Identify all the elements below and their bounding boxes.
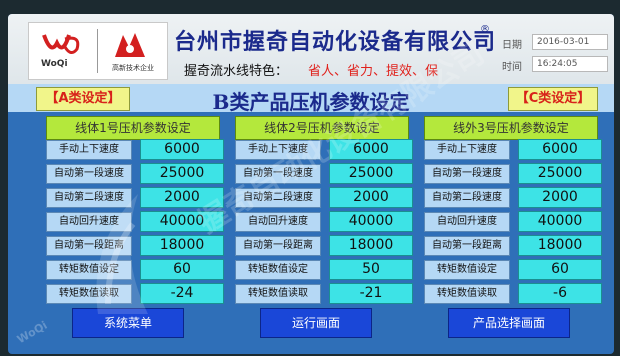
press-1-stage1-speed-label: 自动第一段速度: [46, 164, 132, 184]
press-1-stage2-speed-label: 自动第二段速度: [46, 188, 132, 208]
press-3-stage2-speed-label: 自动第二段速度: [424, 188, 510, 208]
time-value: 16:24:05: [532, 56, 608, 72]
press-2-stage1-speed-label: 自动第一段速度: [235, 164, 321, 184]
press-2-stage2-speed-label: 自动第二段速度: [235, 188, 321, 208]
slogan-prefix: 握奇流水线特色：: [184, 64, 289, 79]
press-3-stage1-distance-value[interactable]: 18000: [518, 235, 602, 256]
press-1-manual-speed-label: 手动上下速度: [46, 140, 132, 160]
press-1-return-speed-label: 自动回升速度: [46, 212, 132, 232]
date-label: 日期: [502, 40, 522, 51]
press-3-stage1-speed-value[interactable]: 25000: [518, 163, 602, 184]
press-1-stage1-speed-value[interactable]: 25000: [140, 163, 224, 184]
hitech-badge-icon: [109, 29, 151, 61]
c-class-settings-button[interactable]: 【C类设定】: [508, 87, 598, 111]
press-1-stage2-speed-value[interactable]: 2000: [140, 187, 224, 208]
press-1-stage1-distance-label: 自动第一段距离: [46, 236, 132, 256]
press-3-return-speed-value[interactable]: 40000: [518, 211, 602, 232]
press-2-torque-reading-label: 转矩数值读取: [235, 284, 321, 304]
logo-divider: [97, 29, 98, 73]
press-2-stage1-distance-label: 自动第一段距离: [235, 236, 321, 256]
slogan-text: 省人、省力、提效、保: [308, 64, 439, 79]
a-class-settings-button[interactable]: 【A类设定】: [36, 87, 130, 111]
press-2-return-speed-value[interactable]: 40000: [329, 211, 413, 232]
date-value: 2016-03-01: [532, 34, 608, 50]
press-3-torque-reading-value: -6: [518, 283, 602, 304]
press-3-stage2-speed-value[interactable]: 2000: [518, 187, 602, 208]
press-2-manual-speed-value[interactable]: 6000: [329, 139, 413, 160]
system-menu-button[interactable]: 系统菜单: [72, 308, 184, 338]
press-2-manual-speed-label: 手动上下速度: [235, 140, 321, 160]
press-2-torque-setpoint-label: 转矩数值设定: [235, 260, 321, 280]
hmi-screen: WoQi 高新技术企业 台州市握奇自动化设备有限公司 ® 握奇流水线特色： 省人…: [8, 14, 614, 354]
press-3-torque-reading-label: 转矩数值读取: [424, 284, 510, 304]
header: WoQi 高新技术企业 台州市握奇自动化设备有限公司 ® 握奇流水线特色： 省人…: [8, 14, 614, 84]
press-1-torque-reading-value: -24: [140, 283, 224, 304]
press-3-manual-speed-value[interactable]: 6000: [518, 139, 602, 160]
press-3-manual-speed-label: 手动上下速度: [424, 140, 510, 160]
logo-brand-text: WoQi: [41, 59, 68, 69]
press-1-torque-reading-label: 转矩数值读取: [46, 284, 132, 304]
press-2-torque-setpoint-value[interactable]: 50: [329, 259, 413, 280]
product-select-button[interactable]: 产品选择画面: [448, 308, 570, 338]
hitech-badge-label: 高新技术企业: [112, 64, 154, 72]
press-2-stage1-speed-value[interactable]: 25000: [329, 163, 413, 184]
logo-area: WoQi 高新技术企业: [28, 22, 168, 80]
press-1-header: 线体1号压机参数设定: [46, 116, 220, 140]
press-3-stage1-speed-label: 自动第一段速度: [424, 164, 510, 184]
press-2-stage1-distance-value[interactable]: 18000: [329, 235, 413, 256]
page-title: B类产品压机参数设定: [212, 90, 410, 114]
watermark-brand: WoQi: [14, 318, 50, 347]
run-screen-button[interactable]: 运行画面: [260, 308, 372, 338]
press-1-stage1-distance-value[interactable]: 18000: [140, 235, 224, 256]
press-3-torque-setpoint-label: 转矩数值设定: [424, 260, 510, 280]
press-3-return-speed-label: 自动回升速度: [424, 212, 510, 232]
company-name: 台州市握奇自动化设备有限公司: [174, 30, 497, 55]
press-1-return-speed-value[interactable]: 40000: [140, 211, 224, 232]
press-3-header: 线外3号压机参数设定: [424, 116, 598, 140]
title-bar: 【A类设定】 B类产品压机参数设定 【C类设定】: [8, 84, 614, 114]
press-1-torque-setpoint-value[interactable]: 60: [140, 259, 224, 280]
press-2-return-speed-label: 自动回升速度: [235, 212, 321, 232]
press-2-stage2-speed-value[interactable]: 2000: [329, 187, 413, 208]
press-3-stage1-distance-label: 自动第一段距离: [424, 236, 510, 256]
press-2-header: 线体2号压机参数设定: [235, 116, 409, 140]
press-1-torque-setpoint-label: 转矩数值设定: [46, 260, 132, 280]
time-label: 时间: [502, 62, 522, 73]
registered-mark: ®: [480, 24, 490, 35]
press-2-torque-reading-value: -21: [329, 283, 413, 304]
press-1-manual-speed-value[interactable]: 6000: [140, 139, 224, 160]
woqi-logo-icon: [41, 31, 83, 57]
press-3-torque-setpoint-value[interactable]: 60: [518, 259, 602, 280]
